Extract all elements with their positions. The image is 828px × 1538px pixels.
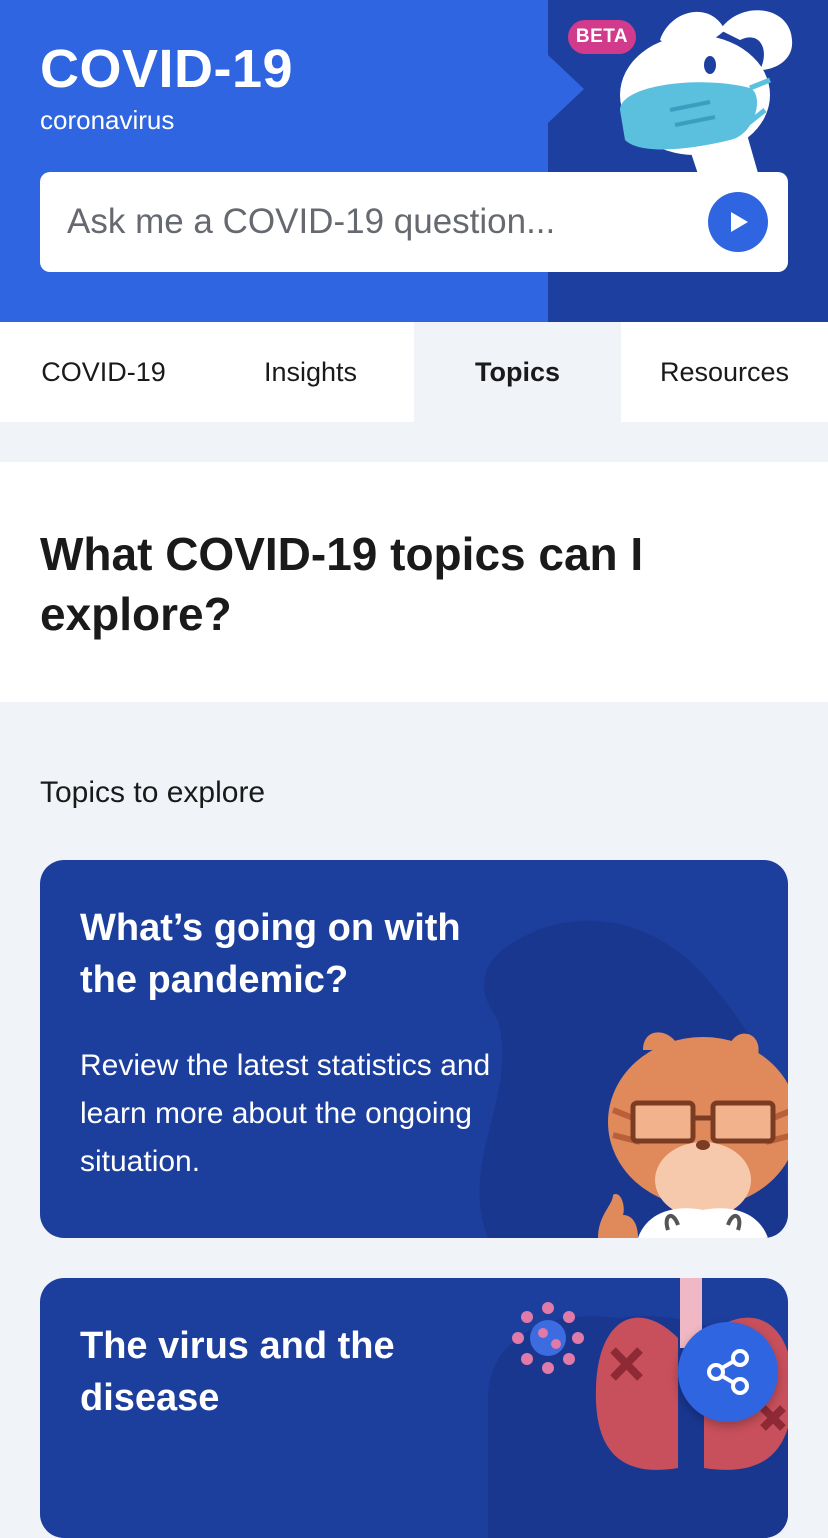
tab-covid-19[interactable]: COVID-19 <box>0 322 207 422</box>
search-submit-button[interactable] <box>708 192 768 252</box>
topic-card-pandemic[interactable]: What’s going on with the pandemic? Revie… <box>40 860 788 1238</box>
card-title: The virus and the disease <box>80 1325 395 1419</box>
page-title: What COVID-19 topics can I explore? <box>40 528 644 640</box>
card-description: Review the latest statistics and learn m… <box>80 1049 491 1178</box>
topics-heading: Topics to explore <box>40 776 266 809</box>
tab-resources[interactable]: Resources <box>621 322 828 422</box>
share-button[interactable] <box>678 1322 778 1422</box>
question-section: What COVID-19 topics can I explore? <box>0 462 828 702</box>
play-icon <box>731 212 748 232</box>
share-icon <box>707 1349 749 1395</box>
search-box <box>40 172 788 272</box>
search-input[interactable] <box>65 201 685 243</box>
app-subtitle: coronavirus <box>40 105 175 135</box>
topic-card-virus[interactable]: The virus and the disease <box>40 1278 788 1538</box>
tab-topics[interactable]: Topics <box>414 322 621 422</box>
app-header: COVID-19 coronavirus BETA <box>0 0 828 322</box>
tab-insights[interactable]: Insights <box>207 322 414 422</box>
card-title: What’s going on with the pandemic? <box>80 907 461 1001</box>
app-title: COVID-19 <box>40 39 294 99</box>
tab-bar: COVID-19 Insights Topics Resources <box>0 322 828 422</box>
bunny-mascot-icon <box>620 10 793 180</box>
header-notch <box>548 55 584 123</box>
